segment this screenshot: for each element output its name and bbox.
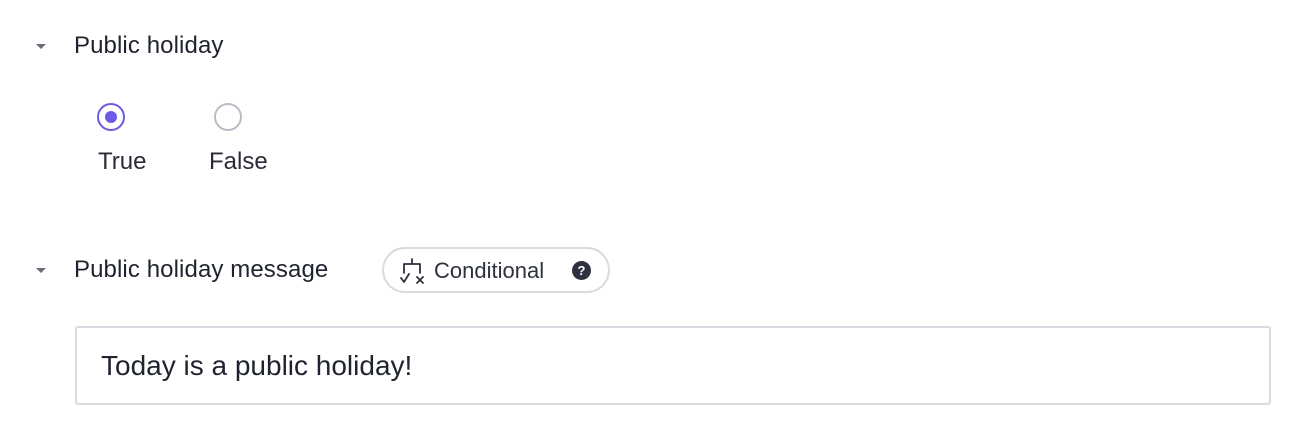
- radio-dot-icon: [105, 111, 117, 123]
- radio-true-label: True: [98, 148, 147, 175]
- radio-option-false[interactable]: False: [209, 103, 279, 183]
- conditional-badge[interactable]: Conditional ?: [382, 247, 610, 293]
- radio-true-checked-icon[interactable]: [97, 103, 125, 131]
- question-mark-icon[interactable]: ?: [572, 261, 591, 280]
- radio-option-true[interactable]: True: [97, 103, 157, 183]
- conditional-badge-label: Conditional: [434, 258, 545, 283]
- collapse-caret-icon[interactable]: [36, 268, 46, 273]
- radio-false-label: False: [209, 148, 268, 175]
- public-holiday-message-title: Public holiday message: [74, 256, 329, 283]
- public-holiday-message-input[interactable]: [75, 326, 1271, 405]
- conditional-branch-icon: [400, 258, 424, 284]
- public-holiday-title: Public holiday: [74, 32, 224, 59]
- collapse-caret-icon[interactable]: [36, 44, 46, 49]
- radio-false-unchecked-icon[interactable]: [214, 103, 242, 131]
